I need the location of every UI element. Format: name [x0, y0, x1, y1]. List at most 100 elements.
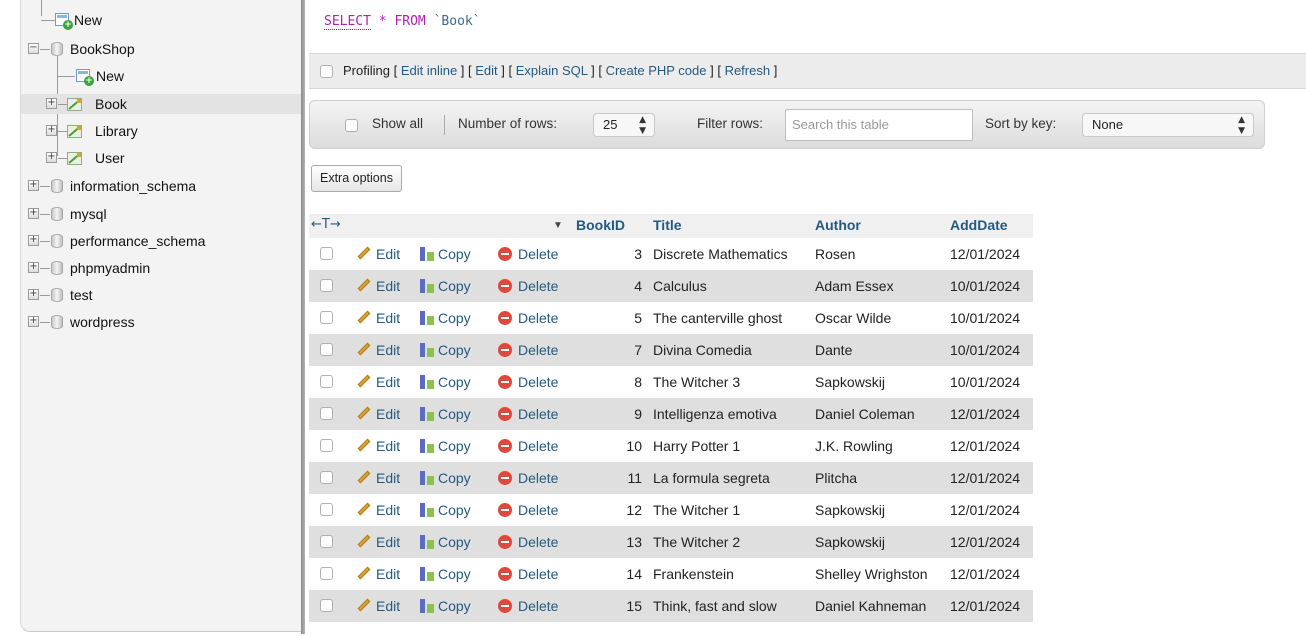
cell-adddate[interactable]: 12/01/2024	[950, 502, 1020, 518]
expand-icon[interactable]: +	[28, 235, 39, 246]
delete-row-link[interactable]: Delete	[498, 470, 558, 486]
row-checkbox[interactable]	[320, 471, 333, 484]
cell-title[interactable]: Frankenstein	[653, 566, 734, 582]
expand-icon[interactable]: +	[28, 180, 39, 191]
cell-bookid[interactable]: 4	[634, 278, 642, 294]
tree-item-db-phpmyadmin[interactable]: + phpmyadmin	[21, 258, 301, 278]
delete-row-link[interactable]: Delete	[498, 342, 558, 358]
edit-row-link[interactable]: Edit	[355, 374, 400, 390]
cell-author[interactable]: Sapkowskij	[815, 374, 885, 390]
delete-row-link[interactable]: Delete	[498, 246, 558, 262]
copy-row-link[interactable]: Copy	[420, 342, 471, 358]
cell-adddate[interactable]: 12/01/2024	[950, 598, 1020, 614]
cell-bookid[interactable]: 7	[634, 342, 642, 358]
cell-adddate[interactable]: 12/01/2024	[950, 534, 1020, 550]
create-php-code-link[interactable]: Create PHP code	[606, 63, 707, 78]
cell-title[interactable]: Discrete Mathematics	[653, 246, 788, 262]
cell-adddate[interactable]: 12/01/2024	[950, 406, 1020, 422]
cell-adddate[interactable]: 10/01/2024	[950, 374, 1020, 390]
cell-title[interactable]: La formula segreta	[653, 470, 770, 486]
copy-row-link[interactable]: Copy	[420, 534, 471, 550]
panel-splitter[interactable]	[301, 0, 305, 634]
copy-row-link[interactable]: Copy	[420, 310, 471, 326]
edit-row-link[interactable]: Edit	[355, 406, 400, 422]
row-checkbox[interactable]	[320, 311, 333, 324]
tree-item-db-information-schema[interactable]: + information_schema	[21, 176, 301, 196]
cell-author[interactable]: Rosen	[815, 246, 855, 262]
show-all-checkbox[interactable]	[345, 119, 358, 132]
cell-bookid[interactable]: 14	[626, 566, 642, 582]
tree-item-db-wordpress[interactable]: + wordpress	[21, 312, 301, 332]
cell-author[interactable]: Sapkowskij	[815, 502, 885, 518]
cell-author[interactable]: Dante	[815, 342, 852, 358]
delete-row-link[interactable]: Delete	[498, 278, 558, 294]
column-header-bookid[interactable]: BookID	[576, 217, 625, 233]
delete-row-link[interactable]: Delete	[498, 566, 558, 582]
edit-row-link[interactable]: Edit	[355, 598, 400, 614]
cell-adddate[interactable]: 10/01/2024	[950, 278, 1020, 294]
explain-sql-link[interactable]: Explain SQL	[516, 63, 588, 78]
tree-item-new-table[interactable]: + New	[21, 66, 301, 86]
delete-row-link[interactable]: Delete	[498, 534, 558, 550]
edit-row-link[interactable]: Edit	[355, 310, 400, 326]
delete-row-link[interactable]: Delete	[498, 310, 558, 326]
tree-item-db-performance-schema[interactable]: + performance_schema	[21, 231, 301, 251]
column-header-author[interactable]: Author	[815, 217, 861, 233]
cell-title[interactable]: Think, fast and slow	[653, 598, 777, 614]
cell-title[interactable]: Harry Potter 1	[653, 438, 740, 454]
cell-title[interactable]: The Witcher 3	[653, 374, 740, 390]
tree-item-db-mysql[interactable]: + mysql	[21, 204, 301, 224]
row-checkbox[interactable]	[320, 439, 333, 452]
row-checkbox[interactable]	[320, 407, 333, 420]
cell-bookid[interactable]: 3	[634, 246, 642, 262]
cell-bookid[interactable]: 12	[626, 502, 642, 518]
tree-item-table-library[interactable]: + Library	[21, 121, 301, 141]
profiling-checkbox[interactable]	[320, 65, 333, 78]
sort-by-key-select[interactable]: None ▲ ▼	[1082, 113, 1254, 137]
expand-icon[interactable]: +	[28, 289, 39, 300]
collapse-icon[interactable]: −	[28, 43, 39, 54]
sort-dropdown-icon[interactable]: ▼	[553, 220, 563, 231]
tree-item-bookshop[interactable]: − BookShop	[21, 39, 301, 59]
delete-row-link[interactable]: Delete	[498, 406, 558, 422]
cell-title[interactable]: The Witcher 1	[653, 502, 740, 518]
cell-bookid[interactable]: 11	[627, 470, 642, 486]
expand-icon[interactable]: +	[46, 98, 57, 109]
row-checkbox[interactable]	[320, 503, 333, 516]
filter-rows-input[interactable]: Search this table	[785, 109, 973, 141]
cell-author[interactable]: Sapkowskij	[815, 534, 885, 550]
edit-link[interactable]: Edit	[475, 63, 497, 78]
delete-row-link[interactable]: Delete	[498, 438, 558, 454]
edit-row-link[interactable]: Edit	[355, 438, 400, 454]
expand-icon[interactable]: +	[28, 262, 39, 273]
tree-item-new[interactable]: + New	[21, 10, 301, 30]
copy-row-link[interactable]: Copy	[420, 470, 471, 486]
column-header-adddate[interactable]: AddDate	[950, 217, 1008, 233]
edit-row-link[interactable]: Edit	[355, 502, 400, 518]
row-checkbox[interactable]	[320, 343, 333, 356]
cell-author[interactable]: Adam Essex	[815, 278, 894, 294]
tree-item-table-book[interactable]: + Book	[21, 94, 301, 114]
expand-icon[interactable]: +	[46, 125, 57, 136]
expand-icon[interactable]: +	[28, 316, 39, 327]
column-header-title[interactable]: Title	[653, 217, 682, 233]
copy-row-link[interactable]: Copy	[420, 598, 471, 614]
row-checkbox[interactable]	[320, 247, 333, 260]
cell-adddate[interactable]: 12/01/2024	[950, 246, 1020, 262]
refresh-link[interactable]: Refresh	[725, 63, 771, 78]
cell-bookid[interactable]: 5	[634, 310, 642, 326]
cell-author[interactable]: Daniel Kahneman	[815, 598, 926, 614]
row-checkbox[interactable]	[320, 599, 333, 612]
cell-author[interactable]: Oscar Wilde	[815, 310, 891, 326]
cell-adddate[interactable]: 10/01/2024	[950, 342, 1020, 358]
cell-title[interactable]: Calculus	[653, 278, 707, 294]
cell-author[interactable]: Plitcha	[815, 470, 857, 486]
cell-bookid[interactable]: 9	[634, 406, 642, 422]
cell-bookid[interactable]: 13	[626, 534, 642, 550]
cell-adddate[interactable]: 12/01/2024	[950, 438, 1020, 454]
delete-row-link[interactable]: Delete	[498, 374, 558, 390]
copy-row-link[interactable]: Copy	[420, 502, 471, 518]
copy-row-link[interactable]: Copy	[420, 406, 471, 422]
edit-inline-link[interactable]: Edit inline	[401, 63, 457, 78]
cell-title[interactable]: Intelligenza emotiva	[653, 406, 777, 422]
